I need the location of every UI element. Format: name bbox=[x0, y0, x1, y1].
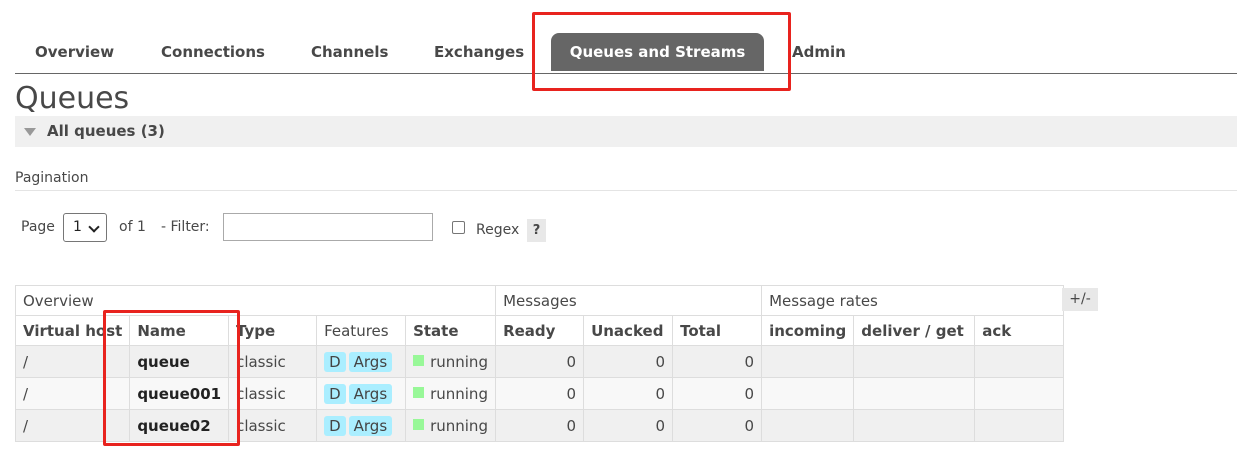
tab-overview[interactable]: Overview bbox=[35, 33, 114, 71]
cell-ready: 0 bbox=[495, 409, 585, 442]
cell-type: classic bbox=[228, 377, 318, 410]
col-type[interactable]: Type bbox=[228, 315, 318, 346]
cell-ready: 0 bbox=[495, 345, 585, 378]
col-name[interactable]: Name bbox=[129, 315, 230, 346]
cell-vhost: / bbox=[14, 345, 131, 378]
state-text: running bbox=[430, 416, 488, 435]
group-overview: Overview bbox=[14, 285, 497, 316]
cell-ack bbox=[974, 409, 1065, 442]
table-row[interactable]: / queue02 classic D Args running 0 0 0 bbox=[14, 409, 1065, 442]
cell-total: 0 bbox=[672, 377, 763, 410]
page-count-label: of 1 bbox=[119, 219, 146, 235]
feature-args-badge: Args bbox=[348, 383, 393, 404]
tab-admin[interactable]: Admin bbox=[792, 33, 846, 71]
table-row[interactable]: / queue001 classic D Args running 0 0 0 bbox=[14, 377, 1065, 410]
cell-type: classic bbox=[228, 409, 318, 442]
running-status-icon bbox=[413, 354, 425, 366]
cell-incoming bbox=[761, 409, 855, 442]
filter-label: - Filter: bbox=[161, 219, 210, 235]
cell-unacked: 0 bbox=[583, 377, 674, 410]
group-messages: Messages bbox=[495, 285, 763, 316]
cell-incoming bbox=[761, 345, 855, 378]
cell-ack bbox=[974, 345, 1065, 378]
feature-durable-badge: D bbox=[324, 351, 346, 372]
columns-toggle-button[interactable]: +/- bbox=[1062, 288, 1098, 311]
cell-total: 0 bbox=[672, 409, 763, 442]
cell-state: running bbox=[405, 345, 497, 378]
chevron-down-icon bbox=[88, 221, 100, 233]
col-features: Features bbox=[316, 315, 407, 346]
cell-unacked: 0 bbox=[583, 409, 674, 442]
collapse-triangle-icon bbox=[24, 128, 36, 136]
regex-label: Regex bbox=[476, 222, 520, 238]
cell-ready: 0 bbox=[495, 377, 585, 410]
state-text: running bbox=[430, 352, 488, 371]
state-text: running bbox=[430, 384, 488, 403]
tab-exchanges[interactable]: Exchanges bbox=[434, 33, 524, 71]
col-total[interactable]: Total bbox=[672, 315, 763, 346]
cell-incoming bbox=[761, 377, 855, 410]
all-queues-section-toggle[interactable]: All queues (3) bbox=[15, 116, 1237, 147]
col-deliver-get[interactable]: deliver / get bbox=[853, 315, 976, 346]
queue-name-link[interactable]: queue bbox=[129, 345, 230, 378]
cell-deliver-get bbox=[853, 345, 976, 378]
page-select[interactable]: 1 bbox=[63, 213, 107, 242]
col-state[interactable]: State bbox=[405, 315, 497, 346]
running-status-icon bbox=[413, 418, 425, 430]
cell-features: D Args bbox=[316, 409, 407, 442]
cell-unacked: 0 bbox=[583, 345, 674, 378]
cell-vhost: / bbox=[14, 377, 131, 410]
queue-name-link[interactable]: queue001 bbox=[129, 377, 230, 410]
cell-state: running bbox=[405, 377, 497, 410]
cell-vhost: / bbox=[14, 409, 131, 442]
pagination-label: Pagination bbox=[15, 170, 89, 186]
section-title: All queues (3) bbox=[47, 122, 165, 140]
main-nav: Overview Connections Channels Exchanges … bbox=[15, 0, 1237, 74]
cell-ack bbox=[974, 377, 1065, 410]
feature-durable-badge: D bbox=[324, 383, 346, 404]
queue-name-link[interactable]: queue02 bbox=[129, 409, 230, 442]
col-virtual-host[interactable]: Virtual host bbox=[14, 315, 131, 346]
cell-state: running bbox=[405, 409, 497, 442]
queues-table: Overview Messages Message rates Virtual … bbox=[14, 285, 1065, 442]
running-status-icon bbox=[413, 386, 425, 398]
col-incoming[interactable]: incoming bbox=[761, 315, 855, 346]
regex-help-button[interactable]: ? bbox=[527, 219, 546, 242]
col-unacked[interactable]: Unacked bbox=[583, 315, 674, 346]
cell-total: 0 bbox=[672, 345, 763, 378]
cell-deliver-get bbox=[853, 377, 976, 410]
tab-queues-and-streams[interactable]: Queues and Streams bbox=[551, 33, 764, 71]
cell-deliver-get bbox=[853, 409, 976, 442]
page-label: Page bbox=[21, 219, 55, 235]
col-ack[interactable]: ack bbox=[974, 315, 1065, 346]
cell-type: classic bbox=[228, 345, 318, 378]
page-title: Queues bbox=[15, 81, 130, 116]
tab-connections[interactable]: Connections bbox=[161, 33, 265, 71]
tab-channels[interactable]: Channels bbox=[311, 33, 388, 71]
feature-args-badge: Args bbox=[348, 351, 393, 372]
filter-input[interactable] bbox=[223, 213, 433, 241]
col-ready[interactable]: Ready bbox=[495, 315, 585, 346]
feature-durable-badge: D bbox=[324, 415, 346, 436]
regex-checkbox[interactable] bbox=[452, 221, 465, 234]
group-message-rates: Message rates bbox=[761, 285, 1065, 316]
cell-features: D Args bbox=[316, 377, 407, 410]
feature-args-badge: Args bbox=[348, 415, 393, 436]
page-select-value: 1 bbox=[73, 219, 82, 235]
divider bbox=[15, 190, 1237, 191]
cell-features: D Args bbox=[316, 345, 407, 378]
table-row[interactable]: / queue classic D Args running 0 0 0 bbox=[14, 345, 1065, 378]
